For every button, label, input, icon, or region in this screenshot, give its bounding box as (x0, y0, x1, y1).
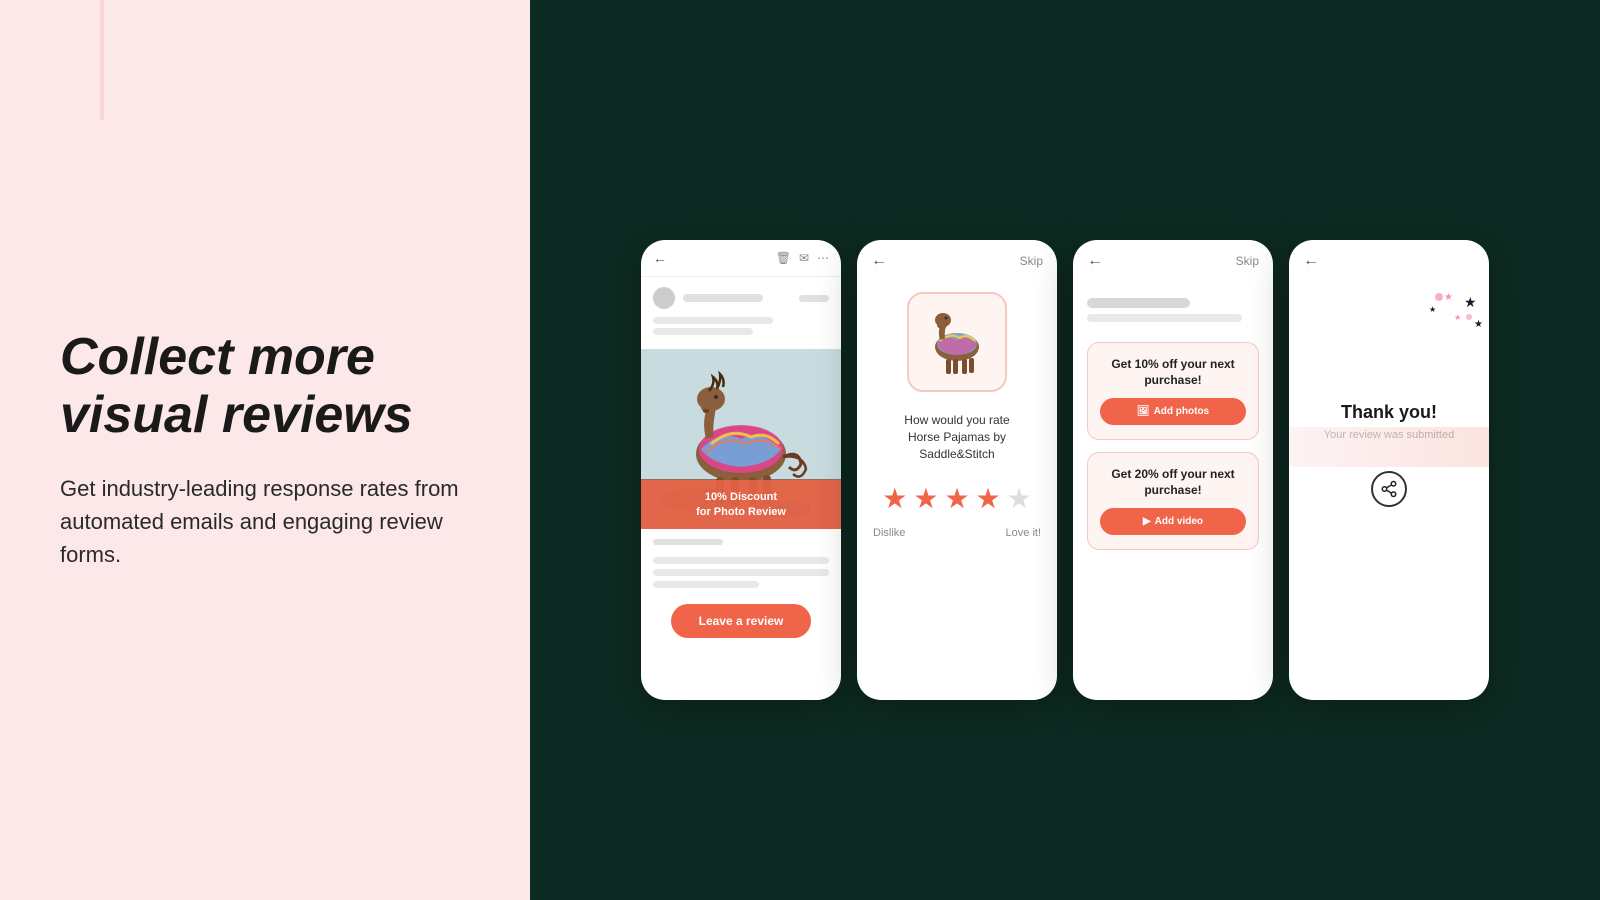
ellipsis-icon[interactable]: ⋯ (817, 251, 829, 265)
star-2[interactable]: ★ (913, 482, 938, 515)
sender-avatar (653, 287, 675, 309)
rating-labels: Dislike Love it! (873, 527, 1041, 539)
sender-name-bar (683, 294, 763, 302)
email-horse-image: 10% Discount for Photo Review (641, 349, 841, 529)
offer-video-block: Get 20% off your next purchase! ▶ Add vi… (1087, 452, 1259, 550)
media-skip-btn[interactable]: Skip (1236, 254, 1259, 268)
svg-text:★: ★ (1454, 313, 1461, 322)
phones-container: ← 🗑 ✉ ⋯ (621, 240, 1509, 700)
content-line-2 (653, 569, 829, 576)
star-4[interactable]: ★ (976, 482, 1001, 515)
headline: Collect more visual reviews (60, 329, 470, 443)
rating-header: ← Skip (857, 240, 1057, 282)
offer-photos-text: Get 10% off your next purchase! (1100, 357, 1246, 388)
thankyou-back-arrow[interactable]: ← (1303, 252, 1319, 270)
rating-skip-btn[interactable]: Skip (1020, 254, 1043, 268)
product-image (907, 292, 1007, 392)
leave-review-button[interactable]: Leave a review (671, 604, 812, 638)
phone-thankyou: ← ★ ★ ★ ★ ★ Thank you! Yo (1289, 240, 1489, 700)
thankyou-header: ← (1289, 240, 1489, 282)
media-back-arrow[interactable]: ← (1087, 252, 1103, 270)
title-bar-sm (1087, 314, 1242, 322)
rating-content: How would you rateHorse Pajamas by Saddl… (857, 282, 1057, 559)
rating-back-arrow[interactable]: ← (871, 252, 887, 270)
confetti-area: ★ ★ ★ ★ ★ (1409, 282, 1489, 362)
content-line-3 (653, 581, 759, 588)
thank-you-title: Thank you! (1341, 402, 1437, 423)
image-icon: 🖼 (1137, 406, 1150, 417)
pink-strip (1289, 427, 1489, 467)
sender-row (653, 287, 829, 309)
email-header-icons: 🗑 ✉ ⋯ (776, 251, 829, 265)
trash-icon[interactable]: 🗑 (776, 251, 791, 265)
title-bar-lg (1087, 298, 1190, 308)
phone-rating: ← Skip (857, 240, 1057, 700)
dislike-label: Dislike (873, 527, 905, 539)
left-panel: Collect more visual reviews Get industry… (0, 0, 530, 900)
right-panel: ← 🗑 ✉ ⋯ (530, 0, 1600, 900)
content-line-1 (653, 557, 829, 564)
video-icon: ▶ (1143, 516, 1151, 527)
discount-badge: 10% Discount for Photo Review (641, 480, 841, 529)
email-header: ← 🗑 ✉ ⋯ (641, 240, 841, 277)
share-button[interactable] (1371, 471, 1407, 507)
stars-row[interactable]: ★ ★ ★ ★ ★ (882, 482, 1032, 515)
star-5[interactable]: ★ (1007, 482, 1032, 515)
thankyou-content: ★ ★ ★ ★ ★ Thank you! Your review was sub… (1289, 282, 1489, 527)
media-content: Get 10% off your next purchase! 🖼 Add ph… (1073, 282, 1273, 578)
rating-question: How would you rateHorse Pajamas by Saddl… (873, 412, 1041, 462)
add-video-button[interactable]: ▶ Add video (1100, 508, 1246, 535)
love-it-label: Love it! (1006, 527, 1041, 539)
phone-media: ← Skip Get 10% off your next purchase! 🖼… (1073, 240, 1273, 700)
svg-text:★: ★ (1444, 292, 1453, 303)
back-arrow-icon[interactable]: ← (653, 250, 667, 266)
date-bar (799, 295, 829, 302)
star-3[interactable]: ★ (944, 482, 969, 515)
mail-icon[interactable]: ✉ (799, 251, 809, 265)
offer-photos-block: Get 10% off your next purchase! 🖼 Add ph… (1087, 342, 1259, 440)
offer-video-text: Get 20% off your next purchase! (1100, 467, 1246, 498)
media-header: ← Skip (1073, 240, 1273, 282)
add-photos-button[interactable]: 🖼 Add photos (1100, 398, 1246, 425)
subject-bar-1 (653, 317, 773, 324)
subtext: Get industry-leading response rates from… (60, 472, 470, 571)
email-sender-area (641, 277, 841, 349)
subject-bar-2 (653, 328, 753, 335)
svg-text:★: ★ (1474, 319, 1483, 330)
svg-text:★: ★ (1464, 294, 1477, 310)
star-1[interactable]: ★ (882, 482, 907, 515)
progress-bar (653, 539, 723, 545)
phone-email: ← 🗑 ✉ ⋯ (641, 240, 841, 700)
svg-text:★: ★ (1429, 305, 1436, 314)
email-body-content: Leave a review (641, 529, 841, 648)
